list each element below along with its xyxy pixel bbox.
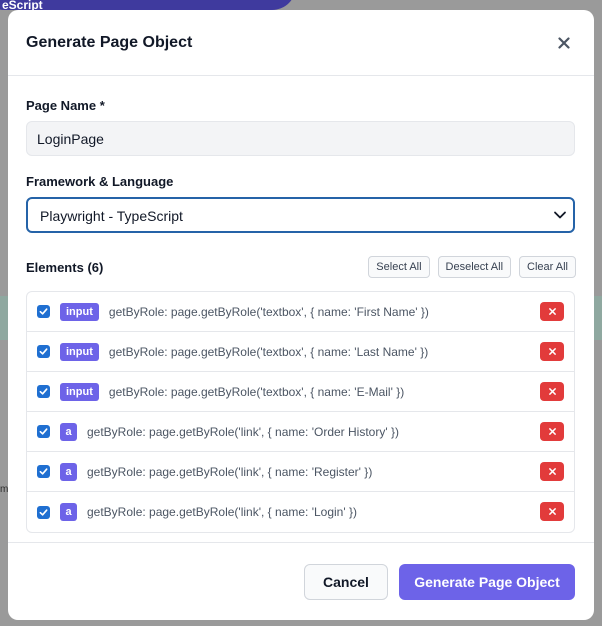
remove-element-button[interactable] xyxy=(540,342,564,361)
checkmark-icon xyxy=(39,348,48,355)
element-checkbox[interactable] xyxy=(37,305,50,318)
elements-actions: Select All Deselect All Clear All xyxy=(368,256,576,278)
checkmark-icon xyxy=(39,508,48,516)
modal-body: Page Name * Framework & Language Playwri… xyxy=(8,76,594,533)
element-row: a getByRole: page.getByRole('link', { na… xyxy=(27,452,574,492)
framework-select[interactable]: Playwright - TypeScript xyxy=(26,197,575,233)
checkmark-icon xyxy=(39,468,48,475)
element-locator: getByRole: page.getByRole('link', { name… xyxy=(87,464,373,479)
framework-selected-value: Playwright - TypeScript xyxy=(40,208,183,224)
element-tag-badge: input xyxy=(60,302,99,321)
page-name-input[interactable] xyxy=(26,121,575,156)
elements-count: (6) xyxy=(87,259,104,275)
elements-list: input getByRole: page.getByRole('textbox… xyxy=(26,291,575,533)
element-tag-badge: a xyxy=(60,462,77,481)
close-icon xyxy=(548,388,556,395)
remove-element-button[interactable] xyxy=(540,382,564,401)
framework-label: Framework & Language xyxy=(26,174,174,189)
element-row: a getByRole: page.getByRole('link', { na… xyxy=(27,412,574,452)
element-locator: getByRole: page.getByRole('link', { name… xyxy=(87,505,357,519)
deselect-all-button[interactable]: Deselect All xyxy=(437,256,512,278)
close-icon xyxy=(548,508,556,515)
clear-all-button[interactable]: Clear All xyxy=(519,256,576,278)
element-checkbox[interactable] xyxy=(37,385,50,398)
close-icon xyxy=(548,348,556,355)
remove-element-button[interactable] xyxy=(540,422,564,441)
checkmark-icon xyxy=(39,308,48,315)
select-all-button[interactable]: Select All xyxy=(368,256,430,278)
generate-page-object-modal: Generate Page Object Page Name * Framewo… xyxy=(8,10,594,620)
element-tag-badge: input xyxy=(60,342,99,361)
elements-header: Elements (6) Select All Deselect All Cle… xyxy=(26,255,576,279)
element-tag-badge: input xyxy=(60,382,99,401)
modal-title: Generate Page Object xyxy=(26,33,193,51)
checkmark-icon xyxy=(39,428,48,435)
element-row: a getByRole: page.getByRole('link', { na… xyxy=(27,492,574,532)
chevron-down-icon xyxy=(554,211,566,219)
cancel-button[interactable]: Cancel xyxy=(304,564,388,600)
element-row: input getByRole: page.getByRole('textbox… xyxy=(27,332,574,372)
close-icon xyxy=(548,428,556,435)
elements-title: Elements (6) xyxy=(26,260,103,275)
remove-element-button[interactable] xyxy=(540,462,564,481)
close-icon xyxy=(558,36,570,49)
remove-element-button[interactable] xyxy=(540,302,564,321)
background-strip-right xyxy=(594,296,602,340)
element-row: input getByRole: page.getByRole('textbox… xyxy=(27,292,574,332)
element-checkbox[interactable] xyxy=(37,345,50,358)
element-locator: getByRole: page.getByRole('textbox', { n… xyxy=(108,384,405,399)
element-tag-badge: a xyxy=(60,422,77,441)
page-name-label: Page Name * xyxy=(26,98,105,113)
close-icon xyxy=(548,308,556,315)
modal-header: Generate Page Object xyxy=(8,10,594,76)
checkmark-icon xyxy=(39,388,48,395)
element-locator: getByRole: page.getByRole('textbox', { n… xyxy=(108,304,429,319)
element-checkbox[interactable] xyxy=(37,505,50,519)
element-tag-badge: a xyxy=(60,503,77,521)
background-tab: eScript xyxy=(0,0,296,12)
elements-title-text: Elements xyxy=(26,259,84,275)
close-icon xyxy=(548,468,556,475)
element-checkbox[interactable] xyxy=(37,465,50,478)
element-row: input getByRole: page.getByRole('textbox… xyxy=(27,372,574,412)
element-locator: getByRole: page.getByRole('link', { name… xyxy=(87,424,399,439)
modal-footer: Cancel Generate Page Object xyxy=(8,542,594,620)
close-button[interactable] xyxy=(554,33,574,53)
element-checkbox[interactable] xyxy=(37,425,50,438)
remove-element-button[interactable] xyxy=(540,502,564,521)
element-locator: getByRole: page.getByRole('textbox', { n… xyxy=(108,344,429,359)
generate-page-object-button[interactable]: Generate Page Object xyxy=(399,564,575,600)
